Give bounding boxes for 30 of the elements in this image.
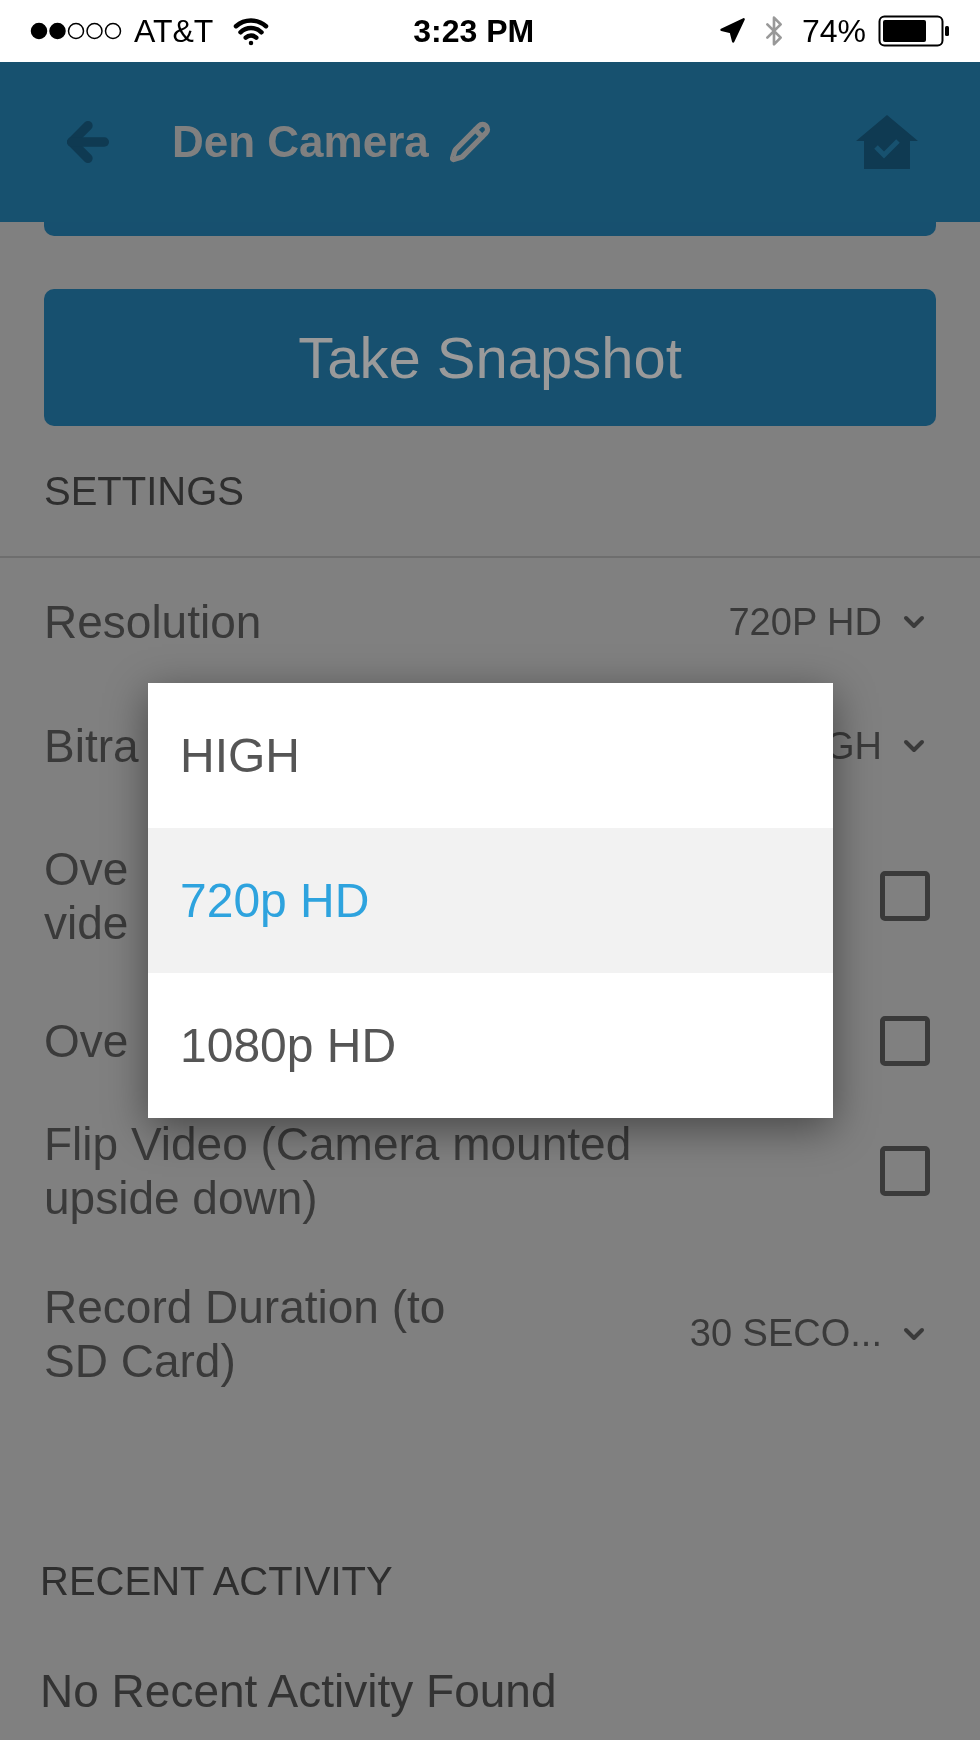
checkbox[interactable]	[880, 1016, 930, 1066]
signal-icon	[30, 22, 122, 40]
clock-time: 3:23 PM	[413, 12, 535, 51]
empty-message: No Recent Activity Found	[40, 1663, 557, 1719]
setting-label: SD Card)	[44, 1333, 237, 1388]
setting-label: upside down)	[44, 1171, 319, 1225]
location-icon	[717, 17, 746, 45]
take-snapshot-button[interactable]: Take Snapshot	[44, 289, 936, 426]
setting-label: Ove	[44, 1014, 129, 1068]
header-title: Den Camera	[172, 116, 429, 168]
carrier-name: AT&T	[134, 12, 214, 51]
section-heading: SETTINGS	[44, 468, 245, 515]
pencil-icon[interactable]	[448, 121, 491, 163]
setting-select[interactable]: 720P HD	[728, 593, 930, 651]
setting-label: Ove	[44, 842, 129, 896]
setting-label: Record Duration (to	[44, 1279, 446, 1334]
section-heading: RECENT ACTIVITY	[40, 1558, 393, 1605]
home-check-icon[interactable]	[854, 113, 920, 171]
checkbox[interactable]	[880, 871, 930, 921]
dropdown-option[interactable]: 1080p HD	[148, 973, 833, 1118]
dropdown-option[interactable]: HIGH	[148, 683, 833, 828]
setting-label: Flip Video (Camera mounted	[44, 1117, 632, 1171]
setting-label: vide	[44, 896, 129, 950]
dropdown-option[interactable]: 720p HD	[148, 828, 833, 973]
battery-percent: 74%	[801, 12, 866, 51]
checkbox[interactable]	[880, 1146, 930, 1196]
setting-label: Bitra	[44, 719, 139, 773]
battery-icon	[878, 15, 950, 47]
setting-label: Resolution	[44, 595, 262, 649]
setting-select[interactable]: 30 SECO...	[689, 1305, 930, 1362]
